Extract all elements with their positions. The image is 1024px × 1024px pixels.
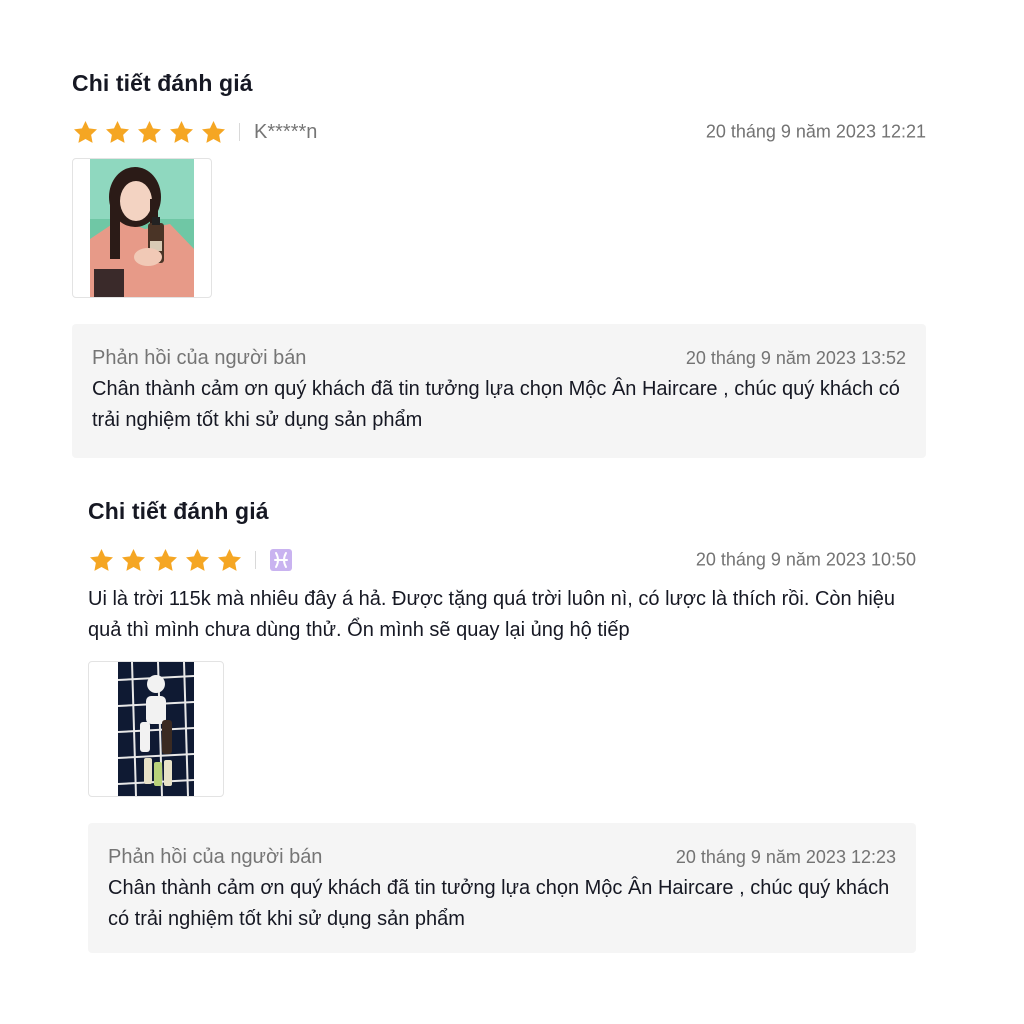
star-icon bbox=[202, 120, 225, 143]
star-icon bbox=[170, 120, 193, 143]
star-rating bbox=[88, 547, 243, 574]
star-icon bbox=[154, 548, 177, 571]
star-icon bbox=[138, 120, 161, 143]
star-icon bbox=[218, 548, 241, 571]
seller-reply-label: Phản hồi của người bán bbox=[108, 846, 323, 868]
seller-reply: Phản hồi của người bán 20 tháng 9 năm 20… bbox=[72, 324, 926, 458]
review-photo-thumbnail[interactable] bbox=[88, 661, 224, 797]
review-card: Chi tiết đánh giá 20 tháng 9 năm 2023 10… bbox=[88, 494, 916, 953]
reviewer-username: K*****n bbox=[254, 120, 318, 143]
star-icon bbox=[122, 548, 145, 571]
seller-reply-header: Phản hồi của người bán 20 tháng 9 năm 20… bbox=[108, 843, 896, 871]
review-timestamp: 20 tháng 9 năm 2023 10:50 bbox=[695, 549, 916, 570]
seller-reply-label: Phản hồi của người bán bbox=[92, 347, 307, 369]
star-icon bbox=[74, 120, 97, 143]
review-section-title: Chi tiết đánh giá bbox=[72, 70, 253, 96]
review-meta: K*****n 20 tháng 9 năm 2023 12:21 bbox=[72, 116, 926, 148]
review-meta: 20 tháng 9 năm 2023 10:50 bbox=[88, 544, 916, 576]
review-card: Chi tiết đánh giá K*****n 20 tháng 9 năm… bbox=[72, 66, 926, 458]
photo-products-on-grid-icon bbox=[118, 662, 194, 796]
star-icon bbox=[90, 548, 113, 571]
review-photo-thumbnail[interactable] bbox=[72, 158, 212, 298]
star-icon bbox=[186, 548, 209, 571]
review-timestamp: 20 tháng 9 năm 2023 12:21 bbox=[705, 121, 926, 142]
seller-reply: Phản hồi của người bán 20 tháng 9 năm 20… bbox=[88, 823, 916, 953]
pisces-zodiac-icon bbox=[270, 549, 292, 571]
seller-reply-timestamp: 20 tháng 9 năm 2023 13:52 bbox=[685, 348, 906, 368]
seller-reply-text: Chân thành cảm ơn quý khách đã tin tưởng… bbox=[92, 378, 900, 431]
seller-reply-header: Phản hồi của người bán 20 tháng 9 năm 20… bbox=[92, 344, 906, 372]
photo-woman-holding-bottle-icon bbox=[90, 159, 194, 297]
review-section-title: Chi tiết đánh giá bbox=[88, 498, 269, 524]
meta-divider bbox=[239, 123, 240, 141]
star-rating bbox=[72, 119, 227, 146]
star-icon bbox=[106, 120, 129, 143]
seller-reply-text: Chân thành cảm ơn quý khách đã tin tưởng… bbox=[108, 877, 890, 930]
seller-reply-timestamp: 20 tháng 9 năm 2023 12:23 bbox=[675, 847, 896, 867]
meta-divider bbox=[255, 551, 256, 569]
review-text: Ui là trời 115k mà nhiêu đây á hả. Được … bbox=[88, 588, 896, 641]
